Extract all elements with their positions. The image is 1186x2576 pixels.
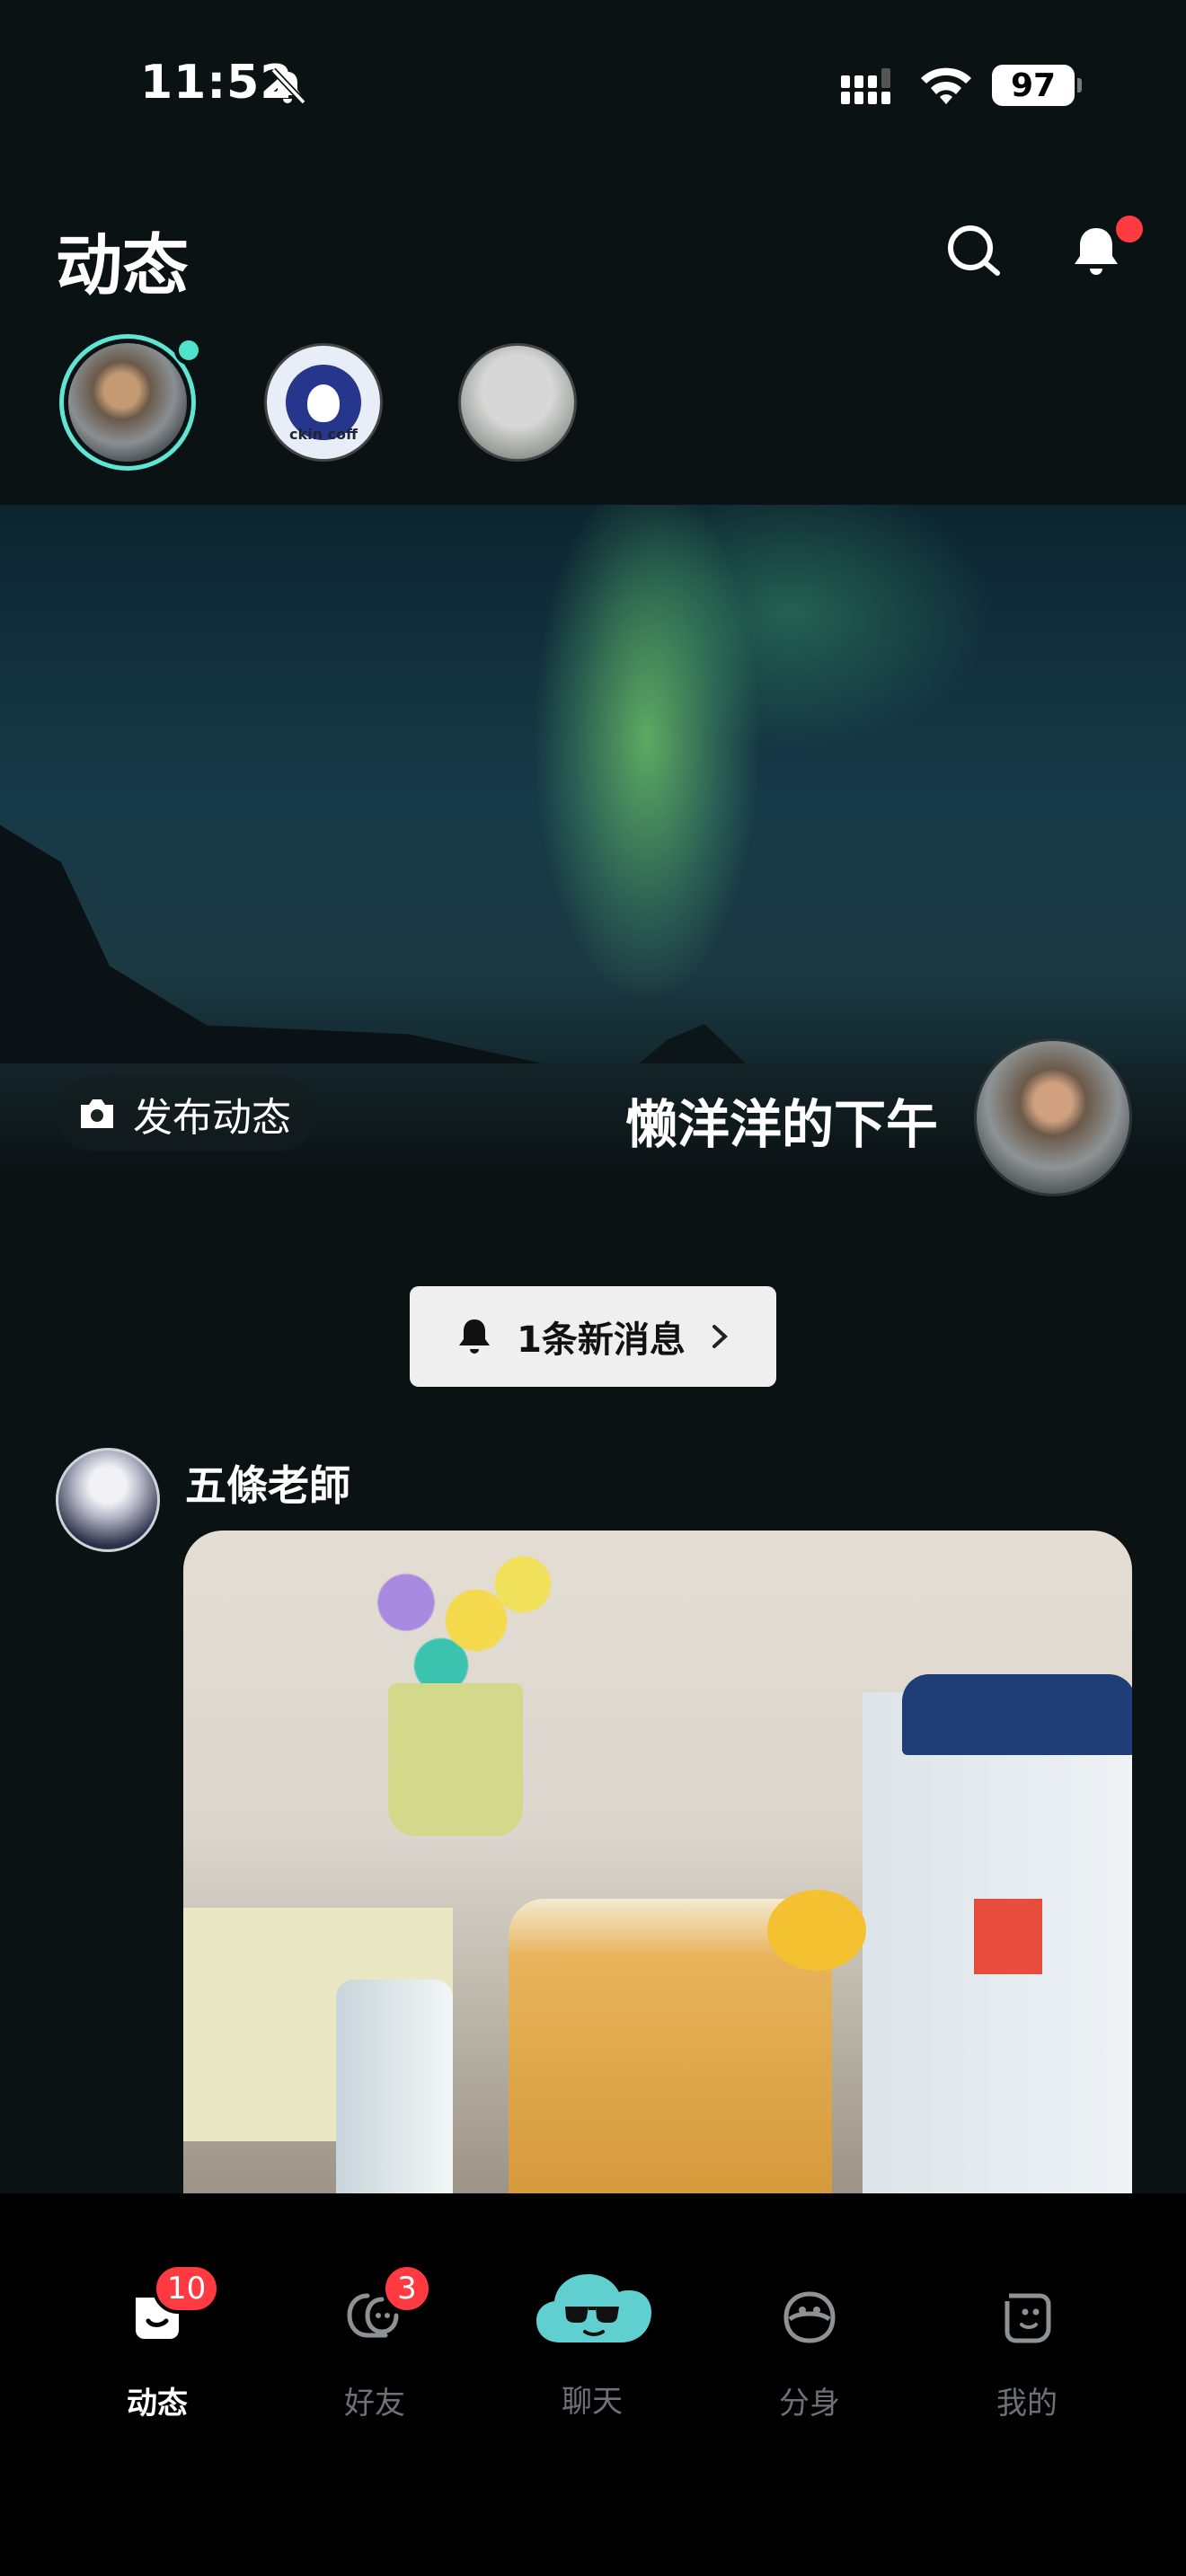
tab-label: 动态 — [127, 2386, 188, 2422]
tab-label: 好友 — [344, 2386, 405, 2422]
story-avatar-friend[interactable] — [458, 343, 577, 462]
wifi-icon — [921, 67, 971, 104]
story-label: ckin coff — [288, 426, 358, 443]
camera-icon — [81, 1099, 113, 1128]
chat-cloud-icon — [536, 2274, 651, 2342]
post-author-name[interactable]: 五條老師 — [185, 1453, 350, 1513]
status-bar: 11:52 97 — [0, 0, 1186, 171]
profile-icon — [1005, 2293, 1051, 2343]
post-image[interactable] — [183, 1531, 1132, 2195]
tab-badge-friends: 3 — [382, 2263, 432, 2314]
tab-profile[interactable]: 我的 — [960, 2271, 1094, 2432]
search-icon[interactable] — [942, 219, 1006, 284]
tab-label: 分身 — [779, 2386, 840, 2422]
page-title: 动态 — [56, 227, 189, 304]
online-status-dot — [174, 336, 203, 365]
notification-dot — [1116, 216, 1143, 243]
new-messages-button[interactable]: 1条新消息 — [410, 1286, 776, 1387]
tab-label: 聊天 — [562, 2384, 623, 2420]
chevron-right-icon — [712, 1325, 728, 1348]
battery-indicator: 97 — [992, 65, 1082, 106]
tab-badge-moments: 10 — [153, 2263, 221, 2314]
post-author-avatar[interactable] — [56, 1448, 160, 1552]
avatar-clone-icon — [783, 2291, 836, 2343]
new-messages-label: 1条新消息 — [517, 1319, 686, 1361]
story-avatar-luckin[interactable]: ckin coff — [264, 343, 383, 462]
post-moment-label: 发布动态 — [133, 1095, 291, 1141]
cover-user-avatar[interactable] — [974, 1038, 1132, 1196]
bell-muted-icon — [270, 67, 306, 105]
cellular-signal-icon — [841, 68, 890, 104]
bell-icon — [459, 1319, 491, 1354]
tab-avatar-clone[interactable]: 分身 — [742, 2271, 877, 2432]
tab-chat[interactable]: 聊天 — [525, 2271, 659, 2432]
cover-user-name: 懒洋洋的下午 — [624, 1094, 938, 1155]
post-moment-button[interactable]: 发布动态 — [56, 1076, 316, 1151]
tab-label: 我的 — [996, 2386, 1058, 2422]
